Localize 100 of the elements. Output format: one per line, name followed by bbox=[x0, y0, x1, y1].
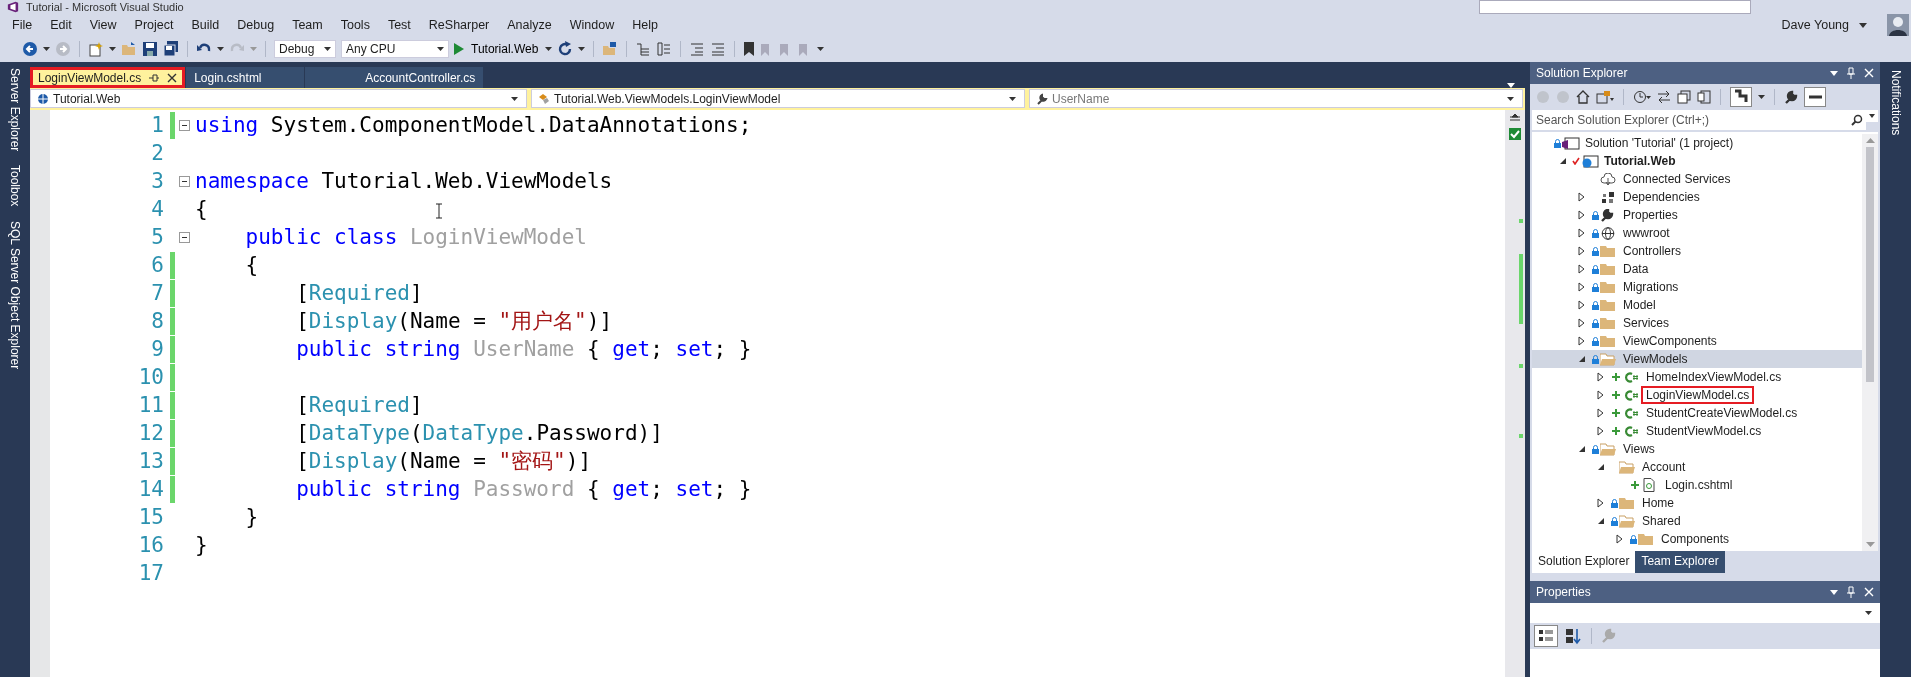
wrench-icon[interactable] bbox=[1784, 90, 1798, 104]
caret-icon[interactable] bbox=[545, 47, 553, 51]
preview-icon[interactable] bbox=[1804, 87, 1826, 107]
expanded-arrow-icon[interactable] bbox=[1597, 517, 1605, 525]
side-tab[interactable]: SQL Server Object Explorer bbox=[8, 220, 22, 370]
document-tab[interactable]: Login.cshtml bbox=[186, 67, 305, 88]
menu-item[interactable]: Tools bbox=[334, 16, 376, 34]
tree-item[interactable]: Model bbox=[1532, 296, 1862, 314]
pin-icon[interactable] bbox=[1846, 586, 1856, 598]
collapsed-arrow-icon[interactable] bbox=[1597, 372, 1604, 382]
collapse-icon[interactable] bbox=[179, 231, 190, 243]
save-icon[interactable] bbox=[142, 41, 158, 57]
save-all-icon[interactable] bbox=[163, 41, 179, 57]
tree-item[interactable]: Tutorial.Web bbox=[1532, 152, 1862, 170]
document-tab[interactable]: LoginViewModel.cs bbox=[30, 67, 186, 88]
caret-icon[interactable] bbox=[1830, 589, 1838, 595]
search-icon[interactable] bbox=[1848, 110, 1866, 130]
tree-item[interactable]: Dependencies bbox=[1532, 188, 1862, 206]
avatar[interactable] bbox=[1887, 14, 1909, 36]
pin-icon[interactable] bbox=[1846, 67, 1856, 79]
hierarchy-icon[interactable] bbox=[1730, 87, 1752, 107]
platform-dropdown[interactable]: Any CPU bbox=[341, 40, 449, 58]
tree-item[interactable]: Account bbox=[1532, 458, 1862, 476]
menu-item[interactable]: ReSharper bbox=[422, 16, 496, 34]
tree-item[interactable]: Services bbox=[1532, 314, 1862, 332]
sync-icon[interactable] bbox=[1596, 90, 1614, 104]
new-item-icon[interactable] bbox=[88, 41, 104, 57]
tree-item[interactable]: Migrations bbox=[1532, 278, 1862, 296]
list-icon[interactable] bbox=[656, 41, 673, 57]
tree-item[interactable]: ViewComponents bbox=[1532, 332, 1862, 350]
expanded-arrow-icon[interactable] bbox=[1559, 157, 1567, 165]
collapsed-arrow-icon[interactable] bbox=[1578, 318, 1585, 328]
expanded-arrow-icon[interactable] bbox=[1578, 355, 1586, 363]
collapse-icon[interactable] bbox=[179, 119, 190, 131]
tree-item-selected[interactable]: ViewModels bbox=[1532, 350, 1862, 368]
start-button[interactable]: Tutorial.Web bbox=[469, 42, 541, 56]
menu-item[interactable]: View bbox=[83, 16, 123, 34]
account-name[interactable]: Dave Young bbox=[1781, 18, 1849, 32]
configuration-dropdown[interactable]: Debug bbox=[274, 40, 336, 58]
menu-item[interactable]: Help bbox=[626, 16, 664, 34]
collapsed-arrow-icon[interactable] bbox=[1578, 264, 1585, 274]
indent-icon[interactable] bbox=[710, 41, 727, 57]
caret-icon[interactable] bbox=[109, 47, 116, 51]
menu-item[interactable]: File bbox=[6, 16, 39, 34]
close-icon[interactable] bbox=[167, 72, 178, 83]
caret-icon[interactable] bbox=[817, 47, 825, 51]
menu-item[interactable]: Test bbox=[381, 16, 417, 34]
caret-icon[interactable] bbox=[1866, 110, 1878, 122]
tree-item[interactable]: HomeIndexViewModel.cs bbox=[1532, 368, 1862, 386]
tree-item[interactable]: wwwroot bbox=[1532, 224, 1862, 242]
member-dropdown[interactable]: UserName bbox=[1029, 89, 1523, 108]
tree-scrollbar[interactable] bbox=[1862, 134, 1878, 551]
collapsed-arrow-icon[interactable] bbox=[1597, 426, 1604, 436]
collapsed-arrow-icon[interactable] bbox=[1597, 498, 1604, 508]
tree-item[interactable]: Controllers bbox=[1532, 242, 1862, 260]
tree-item[interactable]: StudentViewModel.cs bbox=[1532, 422, 1862, 440]
tree-item[interactable]: StudentCreateViewModel.cs bbox=[1532, 404, 1862, 422]
collapse-all-icon[interactable] bbox=[1677, 90, 1691, 104]
caret-icon[interactable] bbox=[43, 47, 50, 51]
bookmark-icon[interactable] bbox=[743, 41, 756, 57]
caret-icon[interactable] bbox=[578, 47, 586, 51]
tree-item[interactable]: Solution 'Tutorial' (1 project) bbox=[1532, 134, 1862, 152]
menu-item[interactable]: Edit bbox=[44, 16, 78, 34]
menu-item[interactable]: Window bbox=[563, 16, 621, 34]
panel-tab[interactable]: Team Explorer bbox=[1635, 551, 1725, 573]
tree-item[interactable]: LoginViewModel.cs bbox=[1532, 386, 1862, 404]
copy-icon[interactable] bbox=[1697, 90, 1711, 104]
tree-item[interactable]: Home bbox=[1532, 494, 1862, 512]
expanded-arrow-icon[interactable] bbox=[1578, 445, 1586, 453]
panel-tab[interactable]: Solution Explorer bbox=[1532, 551, 1636, 573]
tree-item[interactable]: Login.cshtml bbox=[1532, 476, 1862, 494]
split-icon[interactable] bbox=[1510, 114, 1520, 124]
tree-item[interactable]: Properties bbox=[1532, 206, 1862, 224]
categorized-icon[interactable] bbox=[1534, 625, 1558, 647]
refresh-icon[interactable] bbox=[557, 41, 574, 57]
menu-item[interactable]: Build bbox=[185, 16, 226, 34]
sort-alphabetical-icon[interactable] bbox=[1564, 627, 1582, 645]
collapsed-arrow-icon[interactable] bbox=[1578, 192, 1585, 202]
search-field[interactable]: Search Solution Explorer (Ctrl+;) bbox=[1532, 110, 1848, 130]
collapsed-arrow-icon[interactable] bbox=[1578, 336, 1585, 346]
swap-icon[interactable] bbox=[1657, 90, 1671, 104]
menu-item[interactable]: Debug bbox=[231, 16, 281, 34]
play-icon[interactable] bbox=[454, 43, 464, 55]
collapsed-arrow-icon[interactable] bbox=[1578, 228, 1585, 238]
collapsed-arrow-icon[interactable] bbox=[1578, 246, 1585, 256]
tab-list-icon[interactable] bbox=[1507, 83, 1515, 88]
type-dropdown[interactable]: Tutorial.Web.ViewModels.LoginViewModel bbox=[531, 89, 1025, 108]
quick-launch-field[interactable] bbox=[1479, 0, 1751, 14]
outdent-icon[interactable] bbox=[689, 41, 706, 57]
collapsed-arrow-icon[interactable] bbox=[1597, 390, 1604, 400]
side-tab[interactable]: Toolbox bbox=[8, 165, 22, 207]
menu-item[interactable]: Team bbox=[286, 16, 329, 34]
pin-icon[interactable] bbox=[149, 72, 160, 83]
collapse-icon[interactable] bbox=[179, 175, 190, 187]
tree-item[interactable]: Components bbox=[1532, 530, 1862, 548]
back-icon[interactable] bbox=[22, 41, 38, 57]
collapsed-arrow-icon[interactable] bbox=[1597, 408, 1604, 418]
clock-icon[interactable] bbox=[1633, 90, 1651, 104]
menu-item[interactable]: Project bbox=[128, 16, 180, 34]
side-tab[interactable]: Notifications bbox=[1888, 70, 1903, 677]
